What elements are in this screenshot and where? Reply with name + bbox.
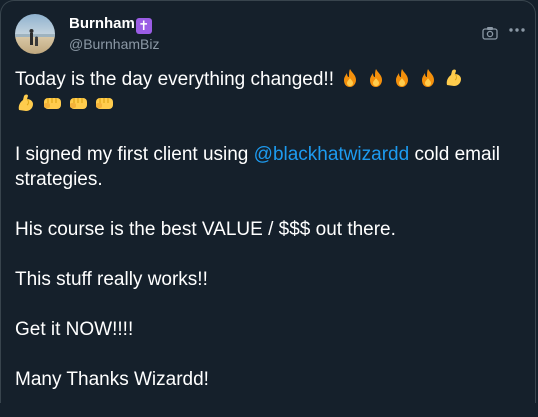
mention-link[interactable]: @blackhatwizardd [254,144,410,165]
fire-emoji [365,67,387,89]
tweet-paragraph-4: This stuff really works!! [15,269,208,290]
fire-emoji [417,67,439,89]
tweet-paragraph-2: I signed my first client using @blackhat… [15,142,525,192]
flexed-biceps-emoji [443,67,465,89]
oncoming-fist-emoji [93,92,115,114]
avatar[interactable] [15,14,55,54]
flexed-biceps-emoji [15,92,37,114]
more-horizontal-icon[interactable] [508,23,526,37]
display-name-text: Burnham [69,15,135,32]
tweet-body: Today is the day everything changed!! I … [15,67,525,417]
oncoming-fist-emoji [41,92,63,114]
cross-badge-icon: ✝ [135,18,152,34]
display-name[interactable]: Burnham ✝ [69,15,152,34]
tweet-paragraph-3: His course is the best VALUE / $$$ out t… [15,219,396,240]
oncoming-fist-emoji [67,92,89,114]
camera-icon[interactable] [482,26,498,40]
tweet-line-2-prefix: I signed my first client using [15,144,249,165]
tweet-paragraph-6: Many Thanks Wizardd! [15,369,209,390]
tweet-paragraph-1: Today is the day everything changed!! [15,67,525,117]
tweet-paragraph-5: Get it NOW!!!! [15,319,134,340]
fire-emoji [339,67,361,89]
tweet-card: Burnham ✝ @BurnhamBiz Today is the day ev… [0,0,536,403]
tweet-line-1: Today is the day everything changed!! [15,69,334,90]
fire-emoji [391,67,413,89]
user-handle[interactable]: @BurnhamBiz [69,35,159,53]
